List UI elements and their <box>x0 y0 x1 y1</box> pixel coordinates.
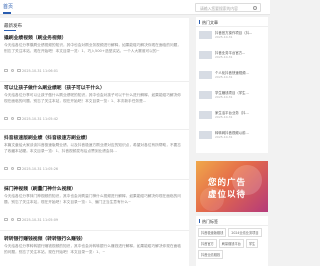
tag-icon <box>4 217 8 222</box>
post-excerpt: 今天给各位分享抹门神视频的知识，其中也会对刷量门神什么视频进行解释，如果能碰巧解… <box>4 194 181 204</box>
tag-icon <box>4 68 8 73</box>
post-excerpt: 今天给各位分享撬刷业绩视频的知识，其中也会对刷业务视频进行解释，如果能碰巧解决你… <box>4 43 181 53</box>
tag-link[interactable]: 抖音官方 <box>198 239 217 248</box>
hot-article-item[interactable]: 个人化抖音快速视频... 2025-10-31 <box>199 70 265 80</box>
article-thumbnail[interactable] <box>199 31 212 39</box>
ad-banner[interactable]: 您的广告 虚位以待 <box>196 161 268 212</box>
post-item: 可以让孩子做什么刷业绩呢（孩子可以干什么） 今天给各位分享可以让孩子做什么刷业绩… <box>0 84 189 130</box>
hot-article-item[interactable]: 抖音业务平台官方... 2025-10-31 <box>199 50 265 60</box>
hot-article-date: 2025-10-31 <box>215 95 233 99</box>
article-thumbnail[interactable] <box>199 71 212 79</box>
tag-link[interactable]: 抖音极速版赚钱 <box>198 228 227 237</box>
header-accent-bar <box>199 219 201 223</box>
post-title[interactable]: 可以让孩子做什么刷业绩呢（孩子可以干什么） <box>4 84 105 91</box>
hot-article-date: 2025-10-31 <box>215 75 233 79</box>
article-thumbnail[interactable] <box>199 91 212 99</box>
article-thumbnail[interactable] <box>199 51 212 59</box>
tag-link[interactable]: 2024业绩业务项目 <box>228 228 262 237</box>
header-accent-bar <box>199 20 201 24</box>
eye-icon <box>10 166 14 171</box>
hot-articles-box: 热门文章 抖音官方操作项目（抖... 2025-10-31 抖音业务平台官方..… <box>196 17 268 153</box>
post-item: 抖音极速版刷业绩（抖音极速方刷业绩） 本篇文章给大家谈谈抖音极速版刷业绩，以及抖… <box>0 134 189 180</box>
tag-icon <box>4 166 8 171</box>
calendar-icon <box>17 166 21 171</box>
section-title-underline <box>4 30 16 32</box>
hot-tags-title: 热门标签 <box>202 219 218 224</box>
post-item: 抹门神视频（刷量门神什么视频） 今天给各位分享抹门神视频的知识，其中也会对刷量门… <box>0 185 189 231</box>
tag-icon <box>4 116 8 121</box>
hot-articles-title: 热门文章 <box>202 20 218 25</box>
tag-cloud: 抖音极速版赚钱 2024业绩业务项目 抖音官方 刷量赚钱平台 学生 抖音业绩赚钱 <box>198 228 266 259</box>
post-excerpt: 今天给各位分享可以让孩子做什么刷业绩呢的知识，其中也会对孩子可以干什么进行解释，… <box>4 93 181 103</box>
ad-text-line2: 虚位以待 <box>208 190 247 200</box>
section-title: 最新发布 <box>4 24 22 29</box>
post-meta: 2025-10-31 11:06:01 <box>4 68 58 73</box>
tag-link[interactable]: 抖音业绩赚钱 <box>198 250 224 259</box>
tag-link[interactable]: 刷量赚钱平台 <box>218 239 244 248</box>
latest-posts-panel: 最新发布 撬刷业绩视频（刷业务视频） 今天给各位分享撬刷业绩视频的知识，其中也会… <box>0 18 189 266</box>
calendar-icon <box>17 217 21 222</box>
hot-article-date: 2025-10-31 <box>215 55 233 59</box>
search-placeholder: 请输入您要搜索的内容 <box>200 5 238 11</box>
post-meta: 2025-10-31 11:05:26 <box>4 166 58 171</box>
article-thumbnail[interactable] <box>199 131 212 139</box>
hot-tags-header: 热门标签 <box>196 216 268 226</box>
hot-article-date: 2025-10-31 <box>215 35 233 39</box>
post-meta: 2025-10-31 11:05:09 <box>4 217 58 222</box>
post-date: 2025-10-31 11:06:01 <box>22 68 59 73</box>
post-meta: 2025-10-31 11:05:42 <box>4 116 58 121</box>
hot-article-date: 2025-10-31 <box>215 115 233 119</box>
hot-article-item[interactable]: 转转网抖音视频以前... 2025-10-31 <box>199 130 265 140</box>
calendar-icon <box>17 116 21 121</box>
hot-article-item[interactable]: 家生活平台业务（抖... 2025-10-31 <box>199 110 265 120</box>
search-input[interactable]: 请输入您要搜索的内容 <box>195 3 261 12</box>
eye-icon <box>10 68 14 73</box>
post-excerpt: 今天给各位分享转转银行赚钱视频的知识，其中也会对转转银行么赚钱进行解释，如果能碰… <box>4 244 181 254</box>
search-icon[interactable] <box>253 5 257 10</box>
post-item: 撬刷业绩视频（刷业务视频） 今天给各位分享撬刷业绩视频的知识，其中也会对刷业务视… <box>0 34 189 82</box>
ad-text-line1: 您的广告 <box>208 178 247 188</box>
hot-article-item[interactable]: 学生赚钱项目（学生... 2025-10-31 <box>199 90 265 100</box>
post-date: 2025-10-31 11:05:26 <box>22 166 59 171</box>
post-date: 2025-10-31 11:05:42 <box>22 116 59 121</box>
eye-icon <box>10 217 14 222</box>
eye-icon <box>10 116 14 121</box>
nav-home-link[interactable]: 首页 <box>3 3 13 10</box>
post-title[interactable]: 转转银行赚钱视频（转转银行么赚钱） <box>4 235 86 242</box>
calendar-icon <box>17 68 21 73</box>
post-title[interactable]: 撬刷业绩视频（刷业务视频） <box>4 34 66 41</box>
post-item: 转转银行赚钱视频（转转银行么赚钱） 今天给各位分享转转银行赚钱视频的知识，其中也… <box>0 235 189 266</box>
hot-tags-box: 热门标签 抖音极速版赚钱 2024业绩业务项目 抖音官方 刷量赚钱平台 学生 抖… <box>196 216 268 266</box>
post-excerpt: 本篇文章给大家谈谈抖音极速版刷业绩，以及抖音极速方刷业绩对应的知识点，希望对各位… <box>4 143 181 153</box>
tag-link[interactable]: 学生 <box>245 239 259 248</box>
hot-article-date: 2025-10-31 <box>215 135 233 139</box>
top-nav-bar: 首页 请输入您要搜索的内容 <box>0 0 270 15</box>
article-thumbnail[interactable] <box>199 111 212 119</box>
hot-articles-header: 热门文章 <box>196 17 268 27</box>
post-date: 2025-10-31 11:05:09 <box>22 217 59 222</box>
post-title[interactable]: 抖音极速版刷业绩（抖音极速方刷业绩） <box>4 134 90 141</box>
post-title[interactable]: 抹门神视频（刷量门神什么视频） <box>4 185 76 192</box>
nav-active-indicator <box>3 12 11 14</box>
hot-article-item[interactable]: 抖音官方操作项目（抖... 2025-10-31 <box>199 30 265 40</box>
